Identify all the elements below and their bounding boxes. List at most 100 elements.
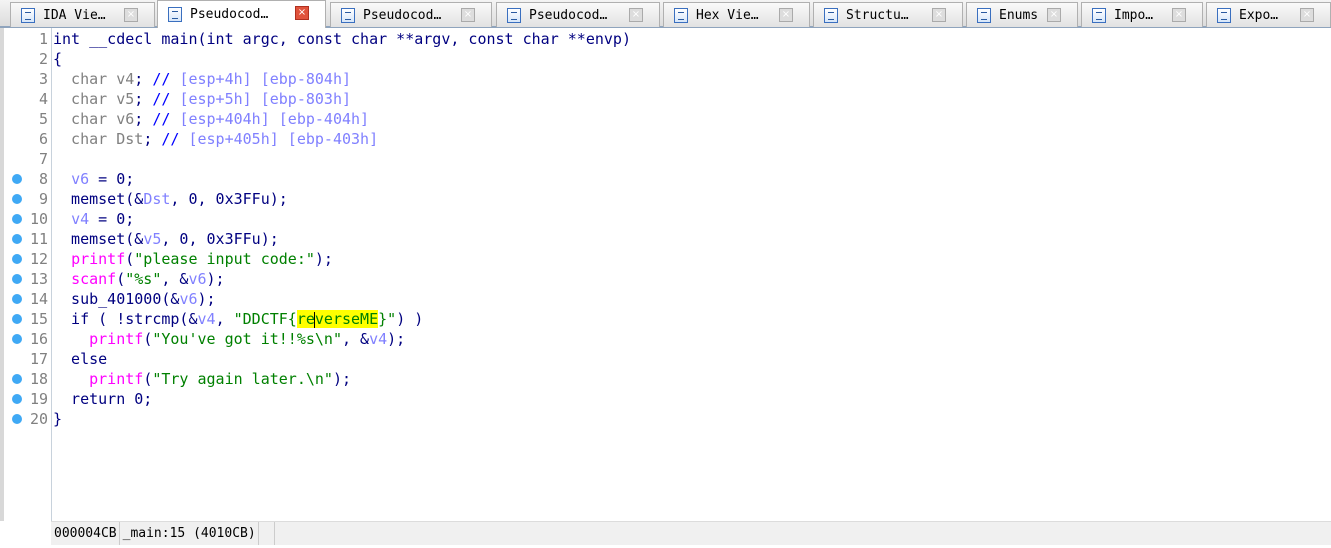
line-number: 9 [38,190,48,208]
close-icon[interactable]: × [932,8,946,22]
line-number: 6 [38,130,48,148]
line-number: 10 [29,210,48,228]
code-line[interactable]: 9 memset(&Dst, 0, 0x3FFu); [0,189,1331,209]
close-icon[interactable]: × [295,6,309,20]
code-token: // [152,70,180,88]
code-line[interactable]: 19 return 0; [0,389,1331,409]
code-text: char v6; // [esp+404h] [ebp-404h] [53,109,369,129]
code-line[interactable]: 7 [0,149,1331,169]
code-token: = 0; [89,210,135,228]
status-offset: 000004CB [51,522,120,545]
tab-3[interactable]: Pseudocod… × [496,2,660,27]
enums-icon [977,7,991,23]
code-line[interactable]: 17 else [0,349,1331,369]
tab-label: Pseudocod… [363,7,442,23]
tab-label: Expo… [1239,7,1279,23]
close-icon[interactable]: × [461,8,475,22]
code-token: scanf [71,270,117,288]
tab-label: Impo… [1114,7,1154,23]
code-line[interactable]: 20} [0,409,1331,429]
tab-1[interactable]: Pseudocod… × [157,0,326,28]
close-icon[interactable]: × [779,8,793,22]
code-line[interactable]: 13 scanf("%s", &v6); [0,269,1331,289]
code-token: ; [134,110,153,128]
code-line[interactable]: 11 memset(&v5, 0, 0x3FFu); [0,229,1331,249]
tab-2[interactable]: Pseudocod… × [330,2,492,27]
tab-7[interactable]: Impo… × [1081,2,1203,27]
code-line[interactable]: 14 sub_401000(&v6); [0,289,1331,309]
code-text: return 0; [53,389,152,409]
code-token: re [296,310,315,328]
code-token: ; [143,130,162,148]
code-token: if ( !strcmp(& [53,310,198,328]
close-icon[interactable]: × [1172,8,1186,22]
code-token: , & [342,330,370,348]
pseudocode-view[interactable]: 1 int __cdecl main(int argc, const char *… [0,29,1331,429]
code-text: scanf("%s", &v6); [53,269,225,289]
code-token: } [53,410,63,428]
code-line[interactable]: 15 if ( !strcmp(&v4, "DDCTF{reverseME}")… [0,309,1331,329]
code-token: Dst [143,190,171,208]
code-token: ) ) [396,310,424,328]
code-token: "please input code:" [134,250,315,268]
tab-6[interactable]: Enums × [966,2,1078,27]
code-text: char v5; // [esp+5h] [ebp-803h] [53,89,351,109]
line-number: 7 [38,150,48,168]
code-token: , 0, 0x3FFu); [170,190,288,208]
close-icon[interactable]: × [1300,8,1314,22]
code-token: "Try again later.\n" [152,370,333,388]
code-token: ; [134,70,153,88]
tab-8[interactable]: Expo… × [1206,2,1331,27]
code-text: printf("You've got it!!%s\n", &v4); [53,329,405,349]
code-token: v4 [197,310,216,328]
exports-icon [1217,7,1231,23]
code-line[interactable]: 12 printf("please input code:"); [0,249,1331,269]
code-text: v4 = 0; [53,209,134,229]
code-token: v6 [71,170,90,188]
tab-4[interactable]: Hex Vie… × [663,2,810,27]
tab-5[interactable]: Structu… × [813,2,963,27]
line-number: 2 [38,50,48,68]
code-line[interactable]: 16 printf("You've got it!!%s\n", &v4); [0,329,1331,349]
code-text: memset(&v5, 0, 0x3FFu); [53,229,279,249]
code-token: v6 [179,290,198,308]
code-text: } [53,409,62,429]
close-icon[interactable]: × [1047,8,1061,22]
code-line[interactable]: 18 printf("Try again later.\n"); [0,369,1331,389]
close-icon[interactable]: × [629,8,643,22]
code-line[interactable]: 2{ [0,49,1331,69]
code-text: int __cdecl main(int argc, const char **… [53,29,631,49]
code-token: , [215,310,234,328]
tab-label: Pseudocod… [529,7,608,23]
close-icon[interactable]: × [124,8,138,22]
code-text: char Dst; // [esp+405h] [ebp-403h] [53,129,378,149]
line-number: 19 [29,390,48,408]
code-token: // [161,130,189,148]
code-token: [esp+405h] [ebp-403h] [188,130,379,148]
code-token: { [53,50,63,68]
code-token: ); [387,330,406,348]
code-text: memset(&Dst, 0, 0x3FFu); [53,189,288,209]
code-line[interactable]: 4 char v5; // [esp+5h] [ebp-803h] [0,89,1331,109]
code-line[interactable]: 1 int __cdecl main(int argc, const char *… [0,29,1331,49]
code-text: else [53,349,107,369]
code-token: char Dst [53,130,144,148]
code-token: , & [161,270,189,288]
code-token: ); [332,370,352,388]
code-token: printf [89,370,144,388]
tab-0[interactable]: IDA Vie… × [10,2,155,27]
code-line[interactable]: 10 v4 = 0; [0,209,1331,229]
code-line[interactable]: 3 char v4; // [esp+4h] [ebp-804h] [0,69,1331,89]
code-token: [esp+5h] [ebp-803h] [179,90,352,108]
code-line[interactable]: 5 char v6; // [esp+404h] [ebp-404h] [0,109,1331,129]
code-token: ( [143,370,153,388]
code-text: char v4; // [esp+4h] [ebp-804h] [53,69,351,89]
code-line[interactable]: 8 v6 = 0; [0,169,1331,189]
code-line[interactable]: 6 char Dst; // [esp+405h] [ebp-403h] [0,129,1331,149]
code-text: printf("Try again later.\n"); [53,369,351,389]
code-token: , 0, 0x3FFu); [161,230,279,248]
